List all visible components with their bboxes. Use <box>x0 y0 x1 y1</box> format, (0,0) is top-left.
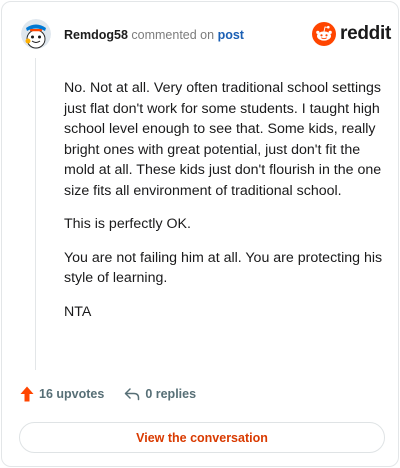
post-link[interactable]: post <box>218 28 244 42</box>
thread-line[interactable] <box>35 58 36 370</box>
comment-paragraph: You are not failing him at all. You are … <box>64 249 383 287</box>
reply-arrow-icon <box>125 388 140 401</box>
comment-paragraph: No. Not at all. Very often traditional s… <box>64 80 382 199</box>
replies-button[interactable]: 0 replies <box>124 387 196 401</box>
upvote-count: 16 upvotes <box>39 387 105 401</box>
comment-card: Remdog58 commented on post reddit No. No… <box>1 1 399 467</box>
view-conversation-button[interactable]: View the conversation <box>19 422 385 453</box>
avatar[interactable] <box>21 19 51 49</box>
upvote-button[interactable]: 16 upvotes <box>20 386 104 402</box>
comment-actions: 16 upvotes 0 replies <box>20 386 196 402</box>
comment-meta: Remdog58 commented on post <box>64 28 244 42</box>
reddit-logo[interactable]: reddit <box>312 22 391 46</box>
avatar-snoo-icon <box>21 19 51 49</box>
action-text: commented on <box>131 28 215 42</box>
comment-paragraph: NTA <box>64 303 92 320</box>
upvote-arrow-icon <box>20 386 34 402</box>
comment-paragraph: This is perfectly OK. <box>64 216 191 232</box>
reply-count: 0 replies <box>145 387 197 401</box>
username[interactable]: Remdog58 <box>64 28 128 42</box>
reddit-logo-icon <box>312 22 336 46</box>
comment-body: No. Not at all. Very often traditional s… <box>64 78 394 335</box>
reddit-wordmark: reddit <box>340 23 391 44</box>
